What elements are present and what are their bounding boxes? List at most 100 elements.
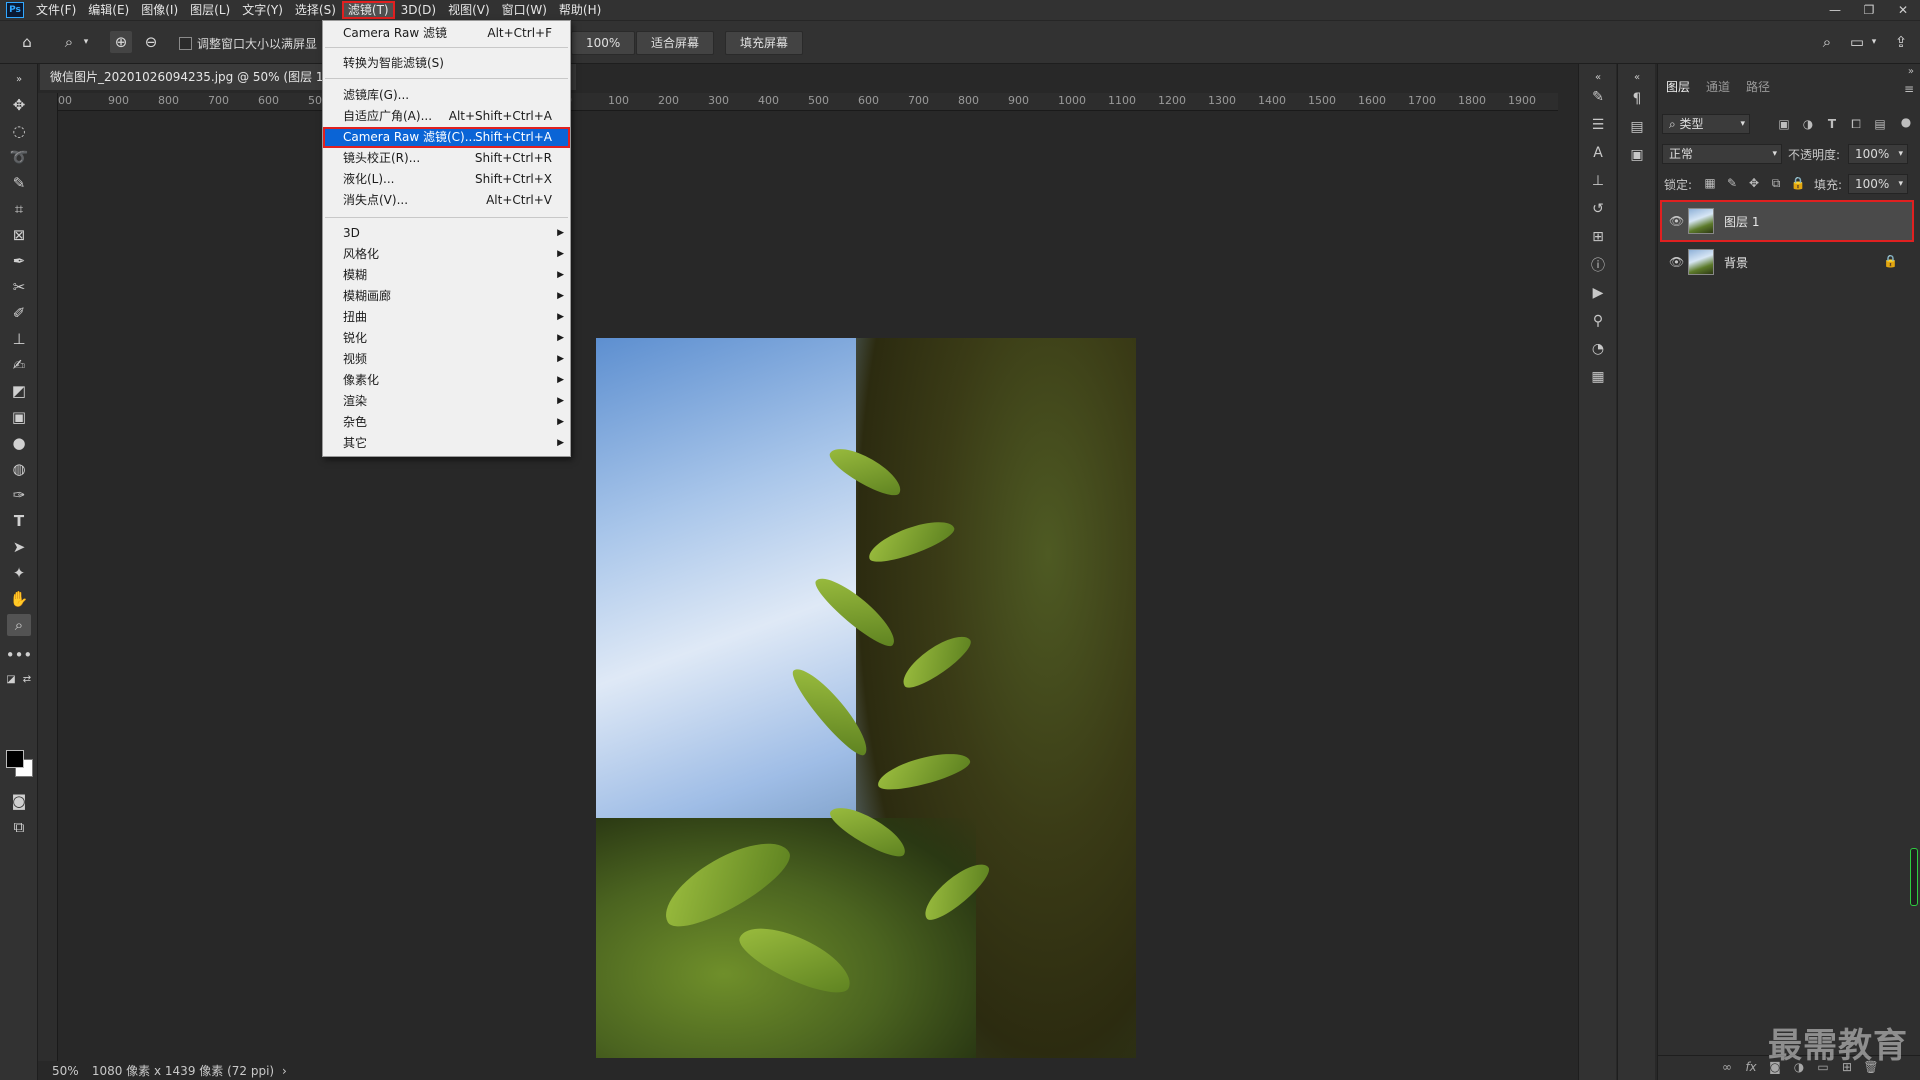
scroll-indicator[interactable] [1910, 848, 1918, 906]
menu-item-submenu-noise[interactable]: 杂色 ▶ [323, 412, 570, 433]
menu-item-lens-correction[interactable]: 镜头校正(R)... Shift+Ctrl+R [323, 148, 570, 169]
panel-menu-icon[interactable]: ≡ [1904, 82, 1914, 96]
menu-item-submenu-render[interactable]: 渲染 ▶ [323, 391, 570, 412]
clone-stamp-tool-icon[interactable]: ⊥ [7, 328, 31, 350]
zoom-100-button[interactable]: 100% [571, 31, 636, 55]
workspace-icon[interactable]: ▭ [1846, 31, 1868, 53]
menu-item-submenu-distort[interactable]: 扭曲 ▶ [323, 307, 570, 328]
layer-row-layer1[interactable]: 👁 图层 1 [1660, 200, 1914, 242]
menu-select[interactable]: 选择(S) [289, 1, 342, 19]
search-icon[interactable]: ⌕ [1816, 31, 1838, 53]
menu-item-submenu-stylize[interactable]: 风格化 ▶ [323, 244, 570, 265]
minimize-button[interactable]: — [1818, 0, 1852, 20]
zoom-tool-icon[interactable]: ⌕ [7, 614, 31, 636]
menu-image[interactable]: 图像(I) [135, 1, 184, 19]
screen-mode-icon[interactable]: ⧉ [7, 816, 31, 838]
menu-item-convert-smart-filter[interactable]: 转换为智能滤镜(S) [323, 53, 570, 74]
fit-screen-button[interactable]: 适合屏幕 [636, 31, 715, 55]
menu-item-submenu-sharpen[interactable]: 锐化 ▶ [323, 328, 570, 349]
opacity-input[interactable]: 100% ▾ [1848, 144, 1908, 164]
libraries-icon[interactable]: ⊞ [1587, 226, 1609, 248]
dodge-tool-icon[interactable]: ◍ [7, 458, 31, 480]
collapse-icon[interactable]: « [1626, 66, 1648, 88]
move-tool-icon[interactable]: ✥ [7, 94, 31, 116]
character-icon[interactable]: A [1587, 142, 1609, 164]
menu-3d[interactable]: 3D(D) [395, 1, 442, 19]
hand-tool-icon[interactable]: ✋ [7, 588, 31, 610]
menu-window[interactable]: 窗口(W) [496, 1, 553, 19]
notes-icon[interactable]: ▣ [1626, 144, 1648, 166]
zoom-out-icon[interactable]: ⊖ [140, 31, 162, 53]
link-icon[interactable]: ∞ [1718, 1060, 1736, 1076]
lock-position-icon[interactable]: ✥ [1746, 176, 1762, 190]
menu-filter[interactable]: 滤镜(T) [341, 1, 395, 19]
tab-layers[interactable]: 图层 [1658, 76, 1698, 98]
chevron-right-icon[interactable]: › [282, 1064, 287, 1078]
healing-tool-icon[interactable]: ✂ [7, 276, 31, 298]
canvas-area[interactable] [58, 111, 1558, 1061]
swap-colors-icon[interactable]: ⇄ [20, 668, 34, 690]
actions-icon[interactable]: ▶ [1587, 282, 1609, 304]
close-button[interactable]: ✕ [1886, 0, 1920, 20]
info-icon[interactable]: ⓘ [1587, 254, 1609, 276]
shape-tool-icon[interactable]: ✦ [7, 562, 31, 584]
menu-item-submenu-3d[interactable]: 3D ▶ [323, 223, 570, 244]
eye-icon[interactable]: 👁 [1669, 255, 1684, 269]
menu-item-adaptive-wide-angle[interactable]: 自适应广角(A)... Alt+Shift+Ctrl+A [323, 106, 570, 127]
paths-icon[interactable]: ⚲ [1587, 310, 1609, 332]
menu-type[interactable]: 文字(Y) [236, 1, 289, 19]
menu-item-submenu-video[interactable]: 视频 ▶ [323, 349, 570, 370]
resize-windows-checkbox[interactable] [179, 37, 192, 50]
filter-toggle-icon[interactable]: ● [1898, 115, 1914, 129]
lasso-tool-icon[interactable]: ➰ [7, 146, 31, 168]
lock-artboard-icon[interactable]: ⧉ [1768, 176, 1784, 191]
menu-file[interactable]: 文件(F) [30, 1, 82, 19]
lock-icon[interactable]: 🔒 [1883, 254, 1898, 268]
menu-help[interactable]: 帮助(H) [553, 1, 607, 19]
eraser-tool-icon[interactable]: ◩ [7, 380, 31, 402]
default-colors-icon[interactable]: ◪ [4, 668, 18, 690]
document-image[interactable] [596, 338, 1136, 1058]
share-icon[interactable]: ⇪ [1890, 31, 1912, 53]
fill-input[interactable]: 100% ▾ [1848, 174, 1908, 194]
filter-adjustment-icon[interactable]: ◑ [1800, 117, 1816, 131]
collapse-icon[interactable]: « [1587, 66, 1609, 88]
menu-item-camera-raw-filter[interactable]: Camera Raw 滤镜(C)... Shift+Ctrl+A [323, 127, 570, 148]
menu-item-submenu-blur-gallery[interactable]: 模糊画廊 ▶ [323, 286, 570, 307]
tab-paths[interactable]: 路径 [1738, 76, 1778, 98]
menu-view[interactable]: 视图(V) [442, 1, 496, 19]
crop-tool-icon[interactable]: ⌗ [7, 198, 31, 220]
quick-select-tool-icon[interactable]: ✎ [7, 172, 31, 194]
collapse-icon[interactable]: » [7, 68, 31, 90]
collapse-icon[interactable]: » [1908, 66, 1914, 77]
filter-shape-icon[interactable]: ⧠ [1848, 117, 1864, 132]
blend-mode-select[interactable]: 正常 ▾ [1662, 144, 1782, 164]
lock-transparent-icon[interactable]: ▦ [1702, 176, 1718, 190]
menu-item-submenu-pixelate[interactable]: 像素化 ▶ [323, 370, 570, 391]
blur-tool-icon[interactable]: ● [7, 432, 31, 454]
type-tool-icon[interactable]: T [7, 510, 31, 532]
menu-item-last-filter[interactable]: Camera Raw 滤镜 Alt+Ctrl+F [323, 23, 570, 44]
menu-item-filter-gallery[interactable]: 滤镜库(G)... [323, 85, 570, 106]
gradient-tool-icon[interactable]: ▣ [7, 406, 31, 428]
frame-tool-icon[interactable]: ⊠ [7, 224, 31, 246]
chevron-down-icon[interactable]: ▾ [80, 31, 92, 53]
clone-source-icon[interactable]: ⊥ [1587, 170, 1609, 192]
zoom-in-icon[interactable]: ⊕ [110, 31, 132, 53]
marquee-tool-icon[interactable]: ◌ [7, 120, 31, 142]
layer-filter-select[interactable]: ⌕ 类型 ▾ [1662, 114, 1750, 134]
menu-edit[interactable]: 编辑(E) [82, 1, 135, 19]
lock-all-icon[interactable]: 🔒 [1790, 176, 1806, 190]
eye-icon[interactable]: 👁 [1669, 214, 1684, 228]
home-icon[interactable]: ⌂ [16, 31, 38, 53]
menu-item-liquify[interactable]: 液化(L)... Shift+Ctrl+X [323, 169, 570, 190]
restore-button[interactable]: ❐ [1852, 0, 1886, 20]
menu-item-submenu-blur[interactable]: 模糊 ▶ [323, 265, 570, 286]
brush-tool-icon[interactable]: ✐ [7, 302, 31, 324]
lock-pixels-icon[interactable]: ✎ [1724, 176, 1740, 190]
fx-icon[interactable]: fx [1742, 1060, 1760, 1076]
menu-item-submenu-other[interactable]: 其它 ▶ [323, 433, 570, 454]
chevron-down-icon[interactable]: ▾ [1868, 31, 1880, 53]
menu-layer[interactable]: 图层(L) [184, 1, 236, 19]
paragraph-icon[interactable]: ¶ [1626, 88, 1648, 110]
